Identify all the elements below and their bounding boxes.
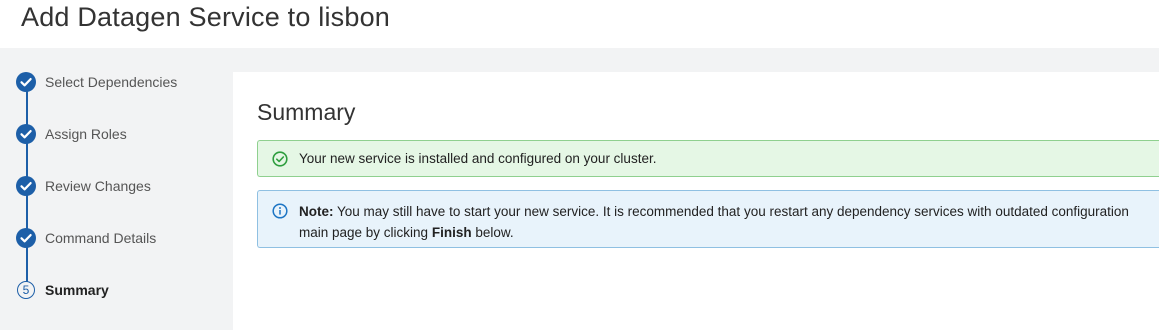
wizard-steps: Select Dependencies Assign Roles Review … [0, 48, 232, 330]
note-line-1: Note: You may still have to start your n… [299, 201, 1159, 222]
summary-title: Summary [257, 99, 356, 125]
step-label: Review Changes [45, 178, 151, 194]
note-line-2: main page by clicking Finish below. [299, 222, 1159, 243]
step-label: Summary [45, 282, 109, 298]
note-text-2-post: below. [471, 225, 514, 240]
step-number: 5 [17, 281, 35, 299]
wizard-shell: Select Dependencies Assign Roles Review … [0, 48, 1159, 330]
step-command-details[interactable]: Command Details [16, 227, 226, 249]
note-text: Note: You may still have to start your n… [299, 201, 1159, 243]
step-review-changes[interactable]: Review Changes [16, 175, 226, 197]
note-text-1: You may still have to start your new ser… [333, 204, 1129, 219]
step-label: Assign Roles [45, 126, 127, 142]
step-select-dependencies[interactable]: Select Dependencies [16, 71, 226, 93]
check-circle-outline-icon [272, 150, 288, 167]
step-assign-roles[interactable]: Assign Roles [16, 123, 226, 145]
success-alert: Your new service is installed and config… [257, 140, 1159, 177]
step-number-icon: 5 [16, 280, 36, 300]
check-circle-icon [16, 72, 36, 92]
finish-keyword: Finish [431, 225, 472, 240]
check-circle-icon [16, 228, 36, 248]
note-text-2-pre: main page by clicking [299, 225, 432, 240]
info-alert: Note: You may still have to start your n… [257, 190, 1159, 248]
check-circle-icon [16, 124, 36, 144]
success-message: Your new service is installed and config… [299, 151, 657, 166]
step-label: Command Details [45, 230, 157, 246]
info-icon [272, 203, 288, 219]
note-label: Note: [299, 204, 334, 219]
step-summary[interactable]: 5 Summary [16, 279, 226, 301]
summary-panel: Summary Your new service is installed an… [233, 72, 1159, 330]
step-label: Select Dependencies [45, 74, 178, 90]
check-circle-icon [16, 176, 36, 196]
page-title: Add Datagen Service to lisbon [21, 2, 391, 32]
